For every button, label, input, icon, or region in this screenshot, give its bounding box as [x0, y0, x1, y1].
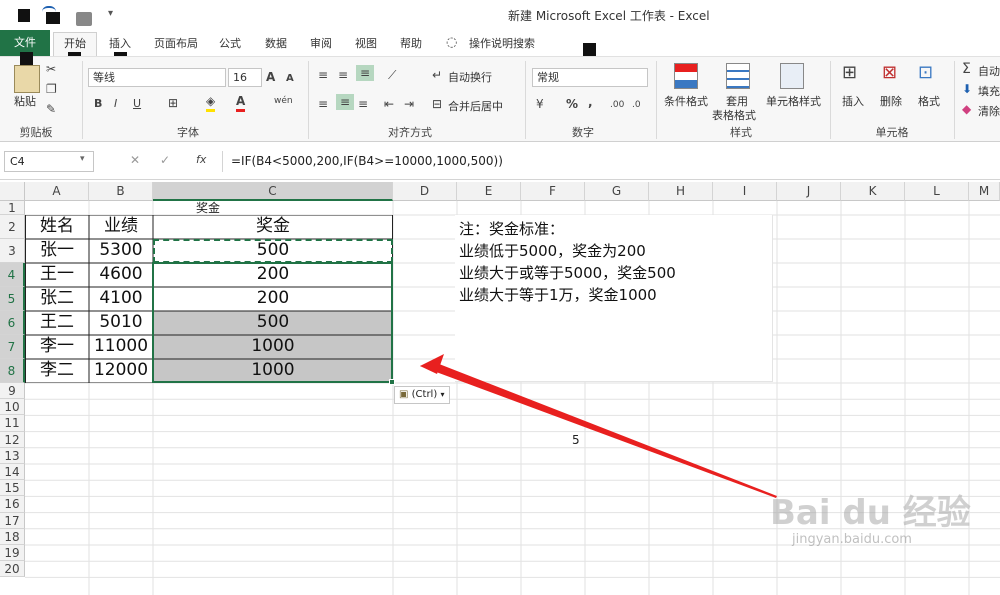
- cancel-icon[interactable]: ✕: [130, 153, 140, 167]
- autosum-button[interactable]: 自动: [978, 63, 1000, 79]
- autosum-icon[interactable]: Σ: [962, 61, 971, 77]
- tab-view[interactable]: 视图: [348, 33, 384, 55]
- fill-color-icon[interactable]: ◈: [206, 93, 216, 112]
- enter-icon[interactable]: ✓: [160, 153, 170, 167]
- formula-input[interactable]: =IF(B4<5000,200,IF(B4>=10000,1000,500)): [222, 151, 1000, 172]
- format-cells-button[interactable]: 格式: [918, 93, 940, 109]
- tab-formulas[interactable]: 公式: [212, 33, 248, 55]
- format-as-table-icon[interactable]: [726, 63, 750, 89]
- clear-button[interactable]: 清除: [978, 103, 1000, 119]
- group-separator: [308, 61, 309, 139]
- insert-function-button[interactable]: fx: [196, 153, 206, 166]
- increase-decimal-icon[interactable]: .00: [610, 97, 624, 113]
- cell-styles-icon[interactable]: [780, 63, 804, 89]
- tab-page-layout[interactable]: 页面布局: [148, 33, 204, 55]
- insert-cells-icon[interactable]: ⊞: [842, 64, 857, 82]
- group-separator: [82, 61, 83, 139]
- title-bar: ▾ 新建 Microsoft Excel 工作表 - Excel: [0, 0, 1000, 30]
- undo-arrow-icon: [42, 6, 56, 12]
- border-icon[interactable]: ⊞: [168, 95, 178, 111]
- align-top-icon[interactable]: ≡: [318, 67, 328, 83]
- group-label-alignment: 对齐方式: [388, 126, 432, 139]
- format-as-table-button-line2[interactable]: 表格格式: [712, 107, 756, 123]
- tab-review[interactable]: 审阅: [303, 33, 339, 55]
- fill-icon[interactable]: ⬇: [962, 81, 972, 97]
- cell-styles-button[interactable]: 单元格样式: [766, 93, 821, 109]
- orientation-icon[interactable]: ⟋: [388, 67, 396, 83]
- font-size-select[interactable]: 16: [228, 68, 262, 87]
- paste-icon[interactable]: [14, 65, 40, 93]
- format-cells-icon[interactable]: ⊡: [918, 64, 933, 82]
- paste-button[interactable]: 粘贴: [14, 93, 36, 109]
- ribbon-home: 粘贴 ✂ ❐ ✎ 剪贴板 等线 16 A A B I U ⊞ ◈ A wén 字…: [0, 52, 1000, 142]
- delete-cells-button[interactable]: 删除: [880, 93, 902, 109]
- percent-button[interactable]: %: [566, 96, 578, 112]
- group-separator: [656, 61, 657, 139]
- group-label-font: 字体: [177, 126, 199, 139]
- conditional-format-button[interactable]: 条件格式: [664, 93, 708, 109]
- grow-font-icon[interactable]: A: [266, 69, 275, 85]
- insert-cells-button[interactable]: 插入: [842, 93, 864, 109]
- wrap-text-button[interactable]: 自动换行: [448, 69, 492, 85]
- font-color-icon[interactable]: A: [236, 93, 246, 112]
- group-label-cells: 单元格: [875, 126, 909, 139]
- wrap-text-icon[interactable]: ↵: [432, 67, 442, 83]
- lightbulb-icon: ◌: [446, 35, 458, 50]
- formula-bar: C4 ▾ ✕ ✓ fx =IF(B4<5000,200,IF(B4>=10000…: [0, 142, 1000, 180]
- bold-button[interactable]: B: [94, 96, 102, 112]
- align-bottom-icon[interactable]: ≡: [356, 65, 374, 81]
- number-format-select[interactable]: 常规: [532, 68, 648, 87]
- undo-icon[interactable]: [46, 12, 60, 24]
- phonetic-guide-button[interactable]: wén: [274, 93, 293, 109]
- accounting-format-icon[interactable]: ¥: [536, 96, 544, 112]
- italic-button[interactable]: I: [114, 96, 117, 112]
- ribbon-tabs: 文件 开始 插入 页面布局 公式 数据 审阅 视图 帮助 ◌ 操作说明搜索: [0, 30, 1000, 65]
- watermark-logo: Bai du 经验: [770, 493, 971, 533]
- group-label-clipboard: 剪贴板: [19, 126, 53, 139]
- group-separator: [830, 61, 831, 139]
- customize-qat-icon[interactable]: ▾: [108, 8, 113, 19]
- underline-button[interactable]: U: [133, 96, 141, 112]
- merge-center-icon[interactable]: ⊟: [432, 96, 442, 112]
- badge-marker: [583, 43, 596, 56]
- name-box-dropdown-icon[interactable]: ▾: [80, 154, 85, 164]
- worksheet-grid[interactable]: ABCDEFGHIJKLM 1 2 3 4 5 6 7 8 9 10 11 12 13 14 15 16 17 1…: [0, 180, 1000, 595]
- badge-marker: [20, 52, 33, 65]
- group-separator: [954, 61, 955, 139]
- increase-indent-icon[interactable]: ⇥: [404, 96, 414, 112]
- decrease-indent-icon[interactable]: ⇤: [384, 96, 394, 112]
- group-label-number: 数字: [572, 126, 594, 139]
- format-painter-icon[interactable]: ✎: [46, 101, 56, 117]
- align-center-icon[interactable]: ≡: [336, 94, 354, 110]
- tab-help[interactable]: 帮助: [393, 33, 429, 55]
- align-right-icon[interactable]: ≡: [358, 96, 368, 112]
- decrease-decimal-icon[interactable]: .0: [632, 97, 641, 113]
- fill-button[interactable]: 填充: [978, 83, 1000, 99]
- merge-center-button[interactable]: 合并后居中: [448, 98, 503, 114]
- tab-data[interactable]: 数据: [258, 33, 294, 55]
- shrink-font-icon[interactable]: A: [286, 71, 294, 87]
- save-icon[interactable]: [18, 9, 30, 22]
- align-left-icon[interactable]: ≡: [318, 96, 328, 112]
- redo-icon[interactable]: [76, 12, 92, 26]
- align-middle-icon[interactable]: ≡: [338, 67, 348, 83]
- window-title: 新建 Microsoft Excel 工作表 - Excel: [508, 9, 710, 23]
- watermark-url: jingyan.baidu.com: [792, 532, 912, 547]
- clear-icon[interactable]: ◆: [962, 101, 971, 117]
- comma-button[interactable]: ,: [588, 94, 593, 110]
- cut-icon[interactable]: ✂: [46, 61, 56, 77]
- delete-cells-icon[interactable]: ⊠: [882, 64, 897, 82]
- conditional-format-icon[interactable]: [674, 63, 698, 89]
- group-label-styles: 样式: [730, 126, 752, 139]
- tell-me-search[interactable]: 操作说明搜索: [466, 33, 538, 55]
- font-name-select[interactable]: 等线: [88, 68, 226, 87]
- group-separator: [525, 61, 526, 139]
- copy-icon[interactable]: ❐: [46, 81, 57, 97]
